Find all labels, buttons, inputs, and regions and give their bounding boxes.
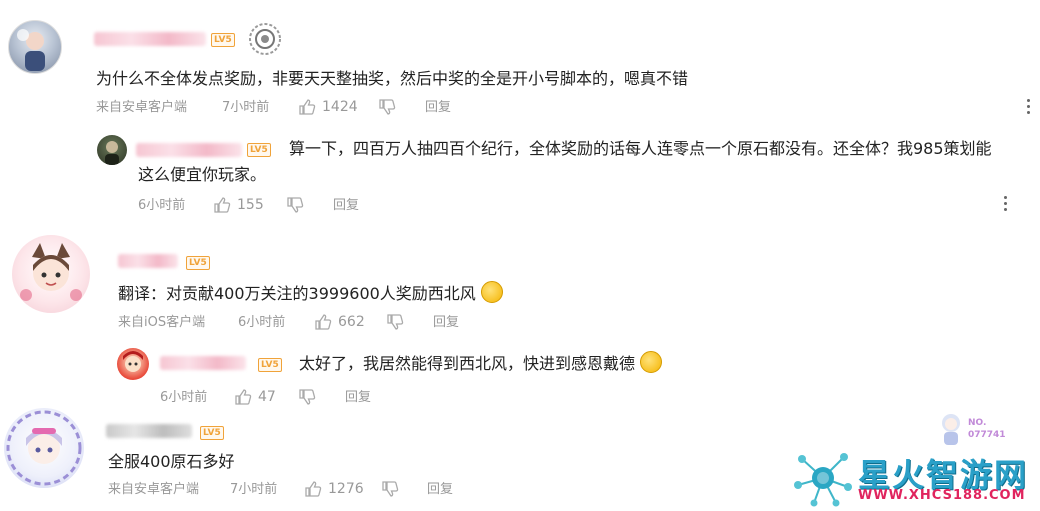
like-button[interactable]: 662 [314,313,365,331]
like-button[interactable]: 155 [213,196,264,214]
reply-avatar[interactable] [117,348,149,380]
thumbs-up-icon [213,196,231,214]
like-button[interactable]: 1276 [304,480,364,498]
avatar-figure-icon [17,29,45,71]
comment-text: 为什么不全体发点奖励，非要天天整抽奖，然后中奖的全是开小号脚本的，嗯真不错 [96,69,689,88]
avatar[interactable] [4,408,84,488]
comment-text: 全服400原石多好 [108,452,235,471]
level-badge: LV5 [200,426,224,440]
username-blurred[interactable] [106,424,192,438]
thumbs-down-icon[interactable] [386,313,404,335]
more-options-icon[interactable] [1004,196,1008,214]
comment-time: 7小时前 [230,482,278,497]
avatar-figure-icon [20,243,82,301]
avatar[interactable] [8,20,62,74]
like-button[interactable]: 1424 [298,98,358,116]
comment-time: 6小时前 [238,315,286,330]
laughing-emoji-icon [640,351,663,373]
username-blurred[interactable] [136,143,242,157]
reply-time: 6小时前 [160,390,208,405]
reply-text-line: 这么便宜你玩家。 [138,165,267,184]
like-count: 1276 [328,481,364,497]
level-badge: LV5 [211,33,235,47]
avatar-figure-icon [123,351,143,372]
reply-button[interactable]: 回复 [345,390,371,406]
like-count: 155 [237,197,264,213]
username-blurred[interactable] [118,254,178,268]
level-badge: LV5 [247,143,271,157]
level-badge: LV5 [186,256,210,270]
comment-source: 来自iOS客户端 [118,315,206,330]
comment-time: 7小时前 [222,100,270,115]
like-button[interactable]: 47 [234,388,276,406]
reply-text: 太好了，我居然能得到西北风，快进到感恩戴德 [299,350,663,377]
watermark-mascot-icon [938,412,964,446]
thumbs-up-icon [304,480,322,498]
reply-button[interactable]: 回复 [427,482,453,498]
level-badge: LV5 [258,358,282,372]
thumbs-up-icon [234,388,252,406]
username-blurred[interactable] [94,32,206,46]
comment-text-content: 翻译：对贡献400万关注的3999600人奖励西北风 [118,284,476,303]
site-logo-icon [792,449,854,507]
like-count: 47 [258,389,276,405]
comment-source: 来自安卓客户端 [96,100,188,115]
comment-source: 来自安卓客户端 [108,482,200,497]
watermark-badge-num: 077741 [968,430,1006,440]
reply-text-content: 太好了，我居然能得到西北风，快进到感恩戴德 [299,354,636,373]
avatar-figure-icon [6,410,82,486]
reply-time: 6小时前 [138,198,186,213]
thumbs-up-icon [314,313,332,331]
reply-button[interactable]: 回复 [333,198,359,214]
reply-button[interactable]: 回复 [433,315,459,331]
avatar-figure-icon [105,141,119,165]
thumbs-up-icon [298,98,316,116]
reply-avatar[interactable] [97,135,127,165]
medal-icon [248,22,282,56]
thumbs-down-icon[interactable] [378,98,396,120]
reply-button[interactable]: 回复 [425,100,451,116]
thumbs-down-icon[interactable] [381,480,399,502]
username-blurred[interactable] [160,356,246,370]
like-count: 1424 [322,99,358,115]
more-options-icon[interactable] [1027,99,1031,117]
avatar[interactable] [12,235,90,313]
like-count: 662 [338,314,365,330]
watermark-badge-no: NO. [968,418,987,428]
thumbs-down-icon[interactable] [298,388,316,410]
comment-text: 翻译：对贡献400万关注的3999600人奖励西北风 [118,280,503,307]
reply-text-line: 算一下，四百万人抽四百个纪行，全体奖励的话每人连零点一个原石都没有。还全体？我9… [289,139,992,158]
site-url: WWW.XHCS188.COM [858,488,1026,503]
thumbs-down-icon[interactable] [286,196,304,218]
smug-emoji-icon [480,281,503,303]
